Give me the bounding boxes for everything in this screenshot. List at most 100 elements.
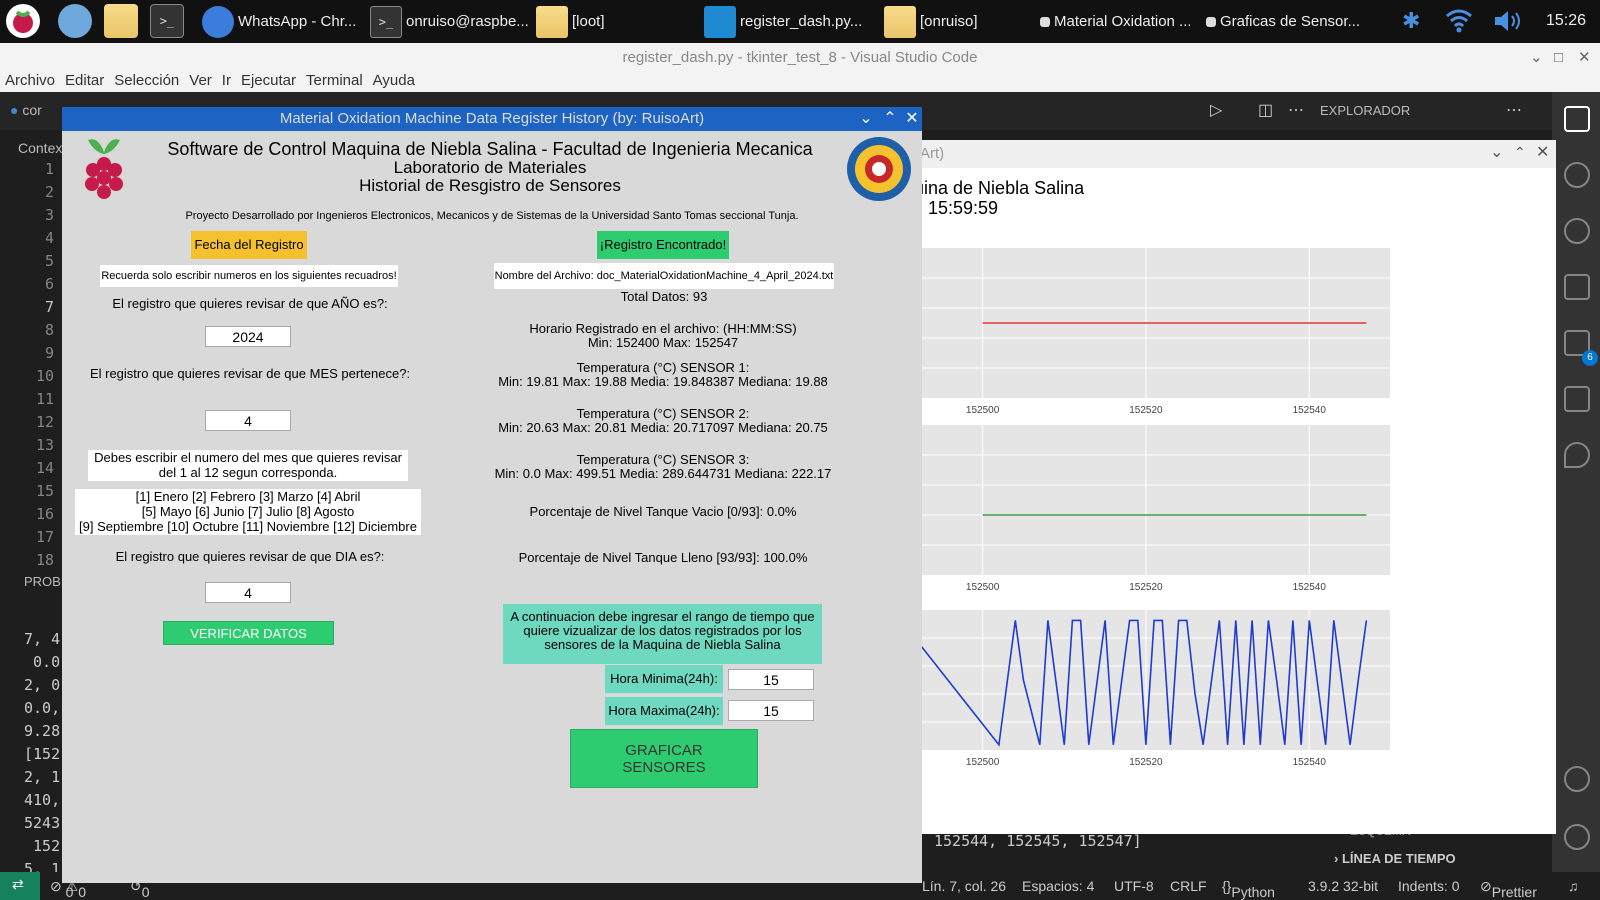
x-tick-label: 152540 <box>1293 405 1327 416</box>
line-ending[interactable]: CRLF <box>1170 878 1207 894</box>
task-vscode[interactable]: register_dash.py... <box>704 0 874 43</box>
menu-editar[interactable]: Editar <box>65 72 104 92</box>
clock[interactable]: 15:26 <box>1546 12 1586 30</box>
remote-icon: ⇄ <box>12 876 24 892</box>
task-material-oxidation[interactable]: Material Oxidation ... <box>1040 0 1190 43</box>
menu-ir[interactable]: Ir <box>222 72 231 92</box>
graph-sensors-button[interactable]: GRAFICAR SENSORES <box>570 729 758 788</box>
terminal-line: 0.0 <box>24 653 61 671</box>
account-icon[interactable] <box>1564 766 1590 792</box>
wifi-icon[interactable] <box>1444 6 1474 34</box>
date-section-label: Fecha del Registro <box>191 231 307 259</box>
window-icon <box>1040 16 1050 27</box>
explorer-icon[interactable] <box>1564 106 1590 132</box>
x-tick-label: 152520 <box>1129 757 1163 768</box>
terminal-line: 9.28 <box>24 722 61 740</box>
language-mode[interactable]: {} Python <box>1222 878 1275 900</box>
verify-button[interactable]: VERIFICAR DATOS <box>163 621 334 645</box>
encoding[interactable]: UTF-8 <box>1114 878 1154 894</box>
outline-timeline[interactable]: › LÍNEA DE TIEMPO <box>1334 851 1456 866</box>
vscode-menubar: Archivo Editar Selección Ver Ir Ejecutar… <box>0 72 1600 92</box>
run-icon[interactable]: ▷ <box>1210 100 1222 120</box>
raspberry-menu-icon[interactable] <box>6 4 40 38</box>
maximize-icon[interactable]: □ <box>1554 43 1563 72</box>
bluetooth-icon[interactable]: ✱ <box>1402 8 1420 34</box>
day-question: El registro que quieres revisar de que D… <box>115 549 385 564</box>
settings-gear-icon[interactable] <box>1564 824 1590 850</box>
chevron-down-icon[interactable]: ⌄ <box>1490 142 1503 162</box>
line-number: 8 <box>44 321 54 339</box>
bell-icon[interactable]: ♫ <box>1568 878 1579 894</box>
task-folder-onruiso[interactable]: [onruiso] <box>884 0 1034 43</box>
file-manager-icon[interactable] <box>104 4 138 38</box>
menu-ayuda[interactable]: Ayuda <box>373 72 415 92</box>
menu-ver[interactable]: Ver <box>189 72 212 92</box>
line-number: 3 <box>44 206 54 224</box>
schedule-title: Horario Registrado en el archivo: (HH:MM… <box>529 321 797 336</box>
task-folder-loot[interactable]: [loot] <box>536 0 696 43</box>
terminal-line: 410, <box>24 791 61 809</box>
plot-heading-line1: uina de Niebla Salina <box>914 178 1085 198</box>
sensor1-values: Min: 19.81 Max: 19.88 Media: 19.848387 M… <box>498 374 828 389</box>
menu-seleccion[interactable]: Selección <box>114 72 179 92</box>
terminal-icon: >_ <box>370 5 402 38</box>
mongodb-icon[interactable] <box>1564 442 1590 468</box>
line-number: 1 <box>44 160 54 178</box>
indentation[interactable]: Espacios: 4 <box>1022 878 1094 894</box>
source-control-icon[interactable] <box>1564 218 1590 244</box>
more-icon[interactable]: ⋯ <box>1288 100 1304 120</box>
remote-indicator[interactable]: ⇄ <box>0 872 40 900</box>
sensor3-title: Temperatura (°C) SENSOR 3: <box>576 452 750 467</box>
line-number: 7 <box>44 298 54 316</box>
plot-window-titlebar: Art) ⌄ ⌃ ✕ <box>900 140 1556 168</box>
search-icon[interactable] <box>1564 162 1590 188</box>
menu-ejecutar[interactable]: Ejecutar <box>241 72 296 92</box>
chevron-down-icon[interactable]: ⌄ <box>1530 43 1543 72</box>
run-debug-icon[interactable] <box>1564 274 1590 300</box>
indents-info[interactable]: Indents: 0 <box>1398 878 1460 894</box>
volume-icon[interactable] <box>1492 8 1524 34</box>
cursor-position[interactable]: Lín. 7, col. 26 <box>922 878 1006 894</box>
explorer-header: EXPLORADOR <box>1320 92 1550 130</box>
task-whatsapp[interactable]: WhatsApp - Chr... <box>202 0 358 43</box>
close-icon[interactable]: ✕ <box>1578 43 1591 72</box>
minimize-icon[interactable]: ⌄ <box>854 107 878 131</box>
university-seal-logo <box>846 136 912 202</box>
menu-archivo[interactable]: Archivo <box>5 72 55 92</box>
close-icon[interactable]: ✕ <box>900 107 924 131</box>
terminal-line: 0.0, <box>24 699 61 717</box>
task-terminal[interactable]: >_ onruiso@raspbe... <box>370 0 530 43</box>
hour-min-input[interactable]: 15 <box>728 669 814 690</box>
editor-tab[interactable]: ● cor <box>10 102 42 118</box>
task-graficas[interactable]: Graficas de Sensor... <box>1206 0 1366 43</box>
chevron-up-icon[interactable]: ⌃ <box>1514 144 1526 161</box>
terminal-line: 5243 <box>24 814 61 832</box>
day-input[interactable]: 4 <box>205 582 291 603</box>
hour-max-label: Hora Maxima(24h): <box>605 697 723 725</box>
line-number: 10 <box>35 367 54 385</box>
split-editor-icon[interactable]: ◫ <box>1258 100 1273 120</box>
hour-max-input[interactable]: 15 <box>728 700 814 721</box>
year-input[interactable]: 2024 <box>205 326 291 347</box>
prettier-status[interactable]: ⊘ Prettier <box>1480 878 1537 900</box>
close-icon[interactable]: ✕ <box>1536 142 1549 162</box>
tank-empty-percentage: Porcentaje de Nivel Tanque Vacio [0/93]:… <box>529 504 797 519</box>
hour-min-label: Hora Minima(24h): <box>605 665 723 693</box>
terminal-line: 7, 4 <box>24 630 61 648</box>
sensor2-values: Min: 20.63 Max: 20.81 Media: 20.717097 M… <box>498 420 828 435</box>
x-tick-label: 152520 <box>1129 582 1163 593</box>
maximize-icon[interactable]: ⌃ <box>878 107 902 131</box>
python-interpreter[interactable]: 3.9.2 32-bit <box>1308 878 1378 894</box>
vscode-titlebar: register_dash.py - tkinter_test_8 - Visu… <box>0 43 1600 72</box>
app-header-line2: Laboratorio de Materiales <box>393 158 587 177</box>
menu-terminal[interactable]: Terminal <box>306 72 363 92</box>
credits-text: Proyecto Desarrollado por Ingenieros Ele… <box>185 210 799 222</box>
browser-icon[interactable] <box>58 4 92 38</box>
line-number: 18 <box>35 551 54 569</box>
terminal-line: 2, 0 <box>24 676 61 694</box>
line-number: 12 <box>35 413 54 431</box>
plot-area <box>900 425 1390 575</box>
terminal-icon[interactable]: >_ <box>150 4 184 38</box>
testing-icon[interactable] <box>1564 386 1590 412</box>
month-input[interactable]: 4 <box>205 410 291 431</box>
